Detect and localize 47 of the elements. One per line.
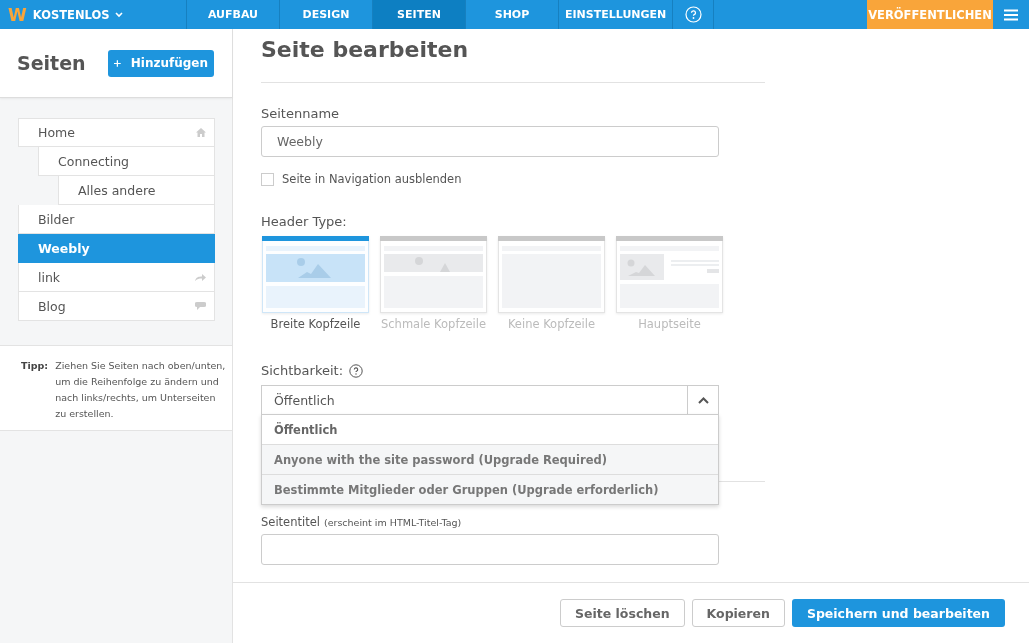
page-item[interactable]: Alles andere	[58, 176, 215, 205]
page-item[interactable]: link	[18, 263, 215, 292]
footer-button[interactable]: Seite löschen	[560, 599, 685, 627]
page-item[interactable]: Home	[18, 118, 215, 147]
caret-icon	[114, 11, 123, 18]
layout-label: Hauptseite	[638, 317, 701, 331]
home-icon	[196, 128, 206, 137]
dropdown-option[interactable]: Öffentlich	[262, 415, 718, 444]
page-title: Seite bearbeiten	[261, 37, 470, 64]
layout-label: Keine Kopfzeile	[507, 317, 596, 331]
sidebar-title: Seiten	[17, 52, 86, 74]
page-item[interactable]: Blog	[18, 292, 215, 321]
chevron-up-icon	[697, 396, 709, 404]
layout-thumbnail-drawing[interactable]	[616, 236, 723, 313]
tip-label: Tipp:	[21, 359, 49, 373]
layout-label: Schmale Kopfzeile	[381, 317, 486, 331]
nav-tab[interactable]: SEITEN	[373, 0, 466, 29]
field-label: Seitentitel	[261, 515, 320, 529]
field-hint: (erscheint im HTML-Titel-Tag)	[323, 517, 462, 528]
tip-text: Ziehen Sie Seiten nach oben/unten, um die Reihenfolge zu ändern und nach links/rechts, um Unterseiten zu erstellen.	[55, 359, 227, 421]
field-label: Sichtbarkeit:	[261, 363, 344, 378]
input-field[interactable]: Weebly	[261, 126, 719, 157]
checkbox-label: Seite in Navigation ausblenden	[282, 172, 462, 186]
nav-tab[interactable]: SHOP	[466, 0, 559, 29]
footer-button[interactable]: Kopieren	[691, 599, 785, 627]
help-icon[interactable]	[349, 363, 364, 378]
page-item[interactable]: Bilder	[18, 205, 215, 234]
add-page-button[interactable]: Hinzufügen	[108, 49, 214, 77]
footer-button[interactable]: Speichern und bearbeiten	[791, 599, 1005, 627]
layout-thumbnail-drawing[interactable]	[498, 236, 605, 313]
nav-tab[interactable]: EINSTELLUNGEN	[559, 0, 674, 29]
plan-dropdown[interactable]: KOSTENLOS	[32, 7, 123, 22]
layout-label: Breite Kopfzeile	[270, 317, 361, 331]
input-field[interactable]	[261, 534, 719, 565]
plus-icon	[114, 57, 121, 69]
layout-thumbnail-drawing[interactable]	[380, 236, 487, 313]
field-label: Seitenname	[261, 106, 341, 121]
dropdown-option[interactable]: Bestimmte Mitglieder oder Gruppen (Upgrade erforderlich)	[262, 474, 718, 504]
checkbox[interactable]	[261, 172, 274, 186]
page-item[interactable]: Weebly	[18, 234, 215, 263]
layout-thumbnail-drawing[interactable]	[262, 236, 369, 313]
menu-icon	[1004, 8, 1018, 21]
page-item[interactable]: Connecting	[38, 147, 215, 176]
arrow-icon	[195, 273, 206, 281]
field-label: Header Type:	[261, 214, 348, 229]
dropdown-option[interactable]: Anyone with the site password (Upgrade Required)	[262, 444, 718, 474]
speech-bubble-icon	[195, 302, 206, 310]
